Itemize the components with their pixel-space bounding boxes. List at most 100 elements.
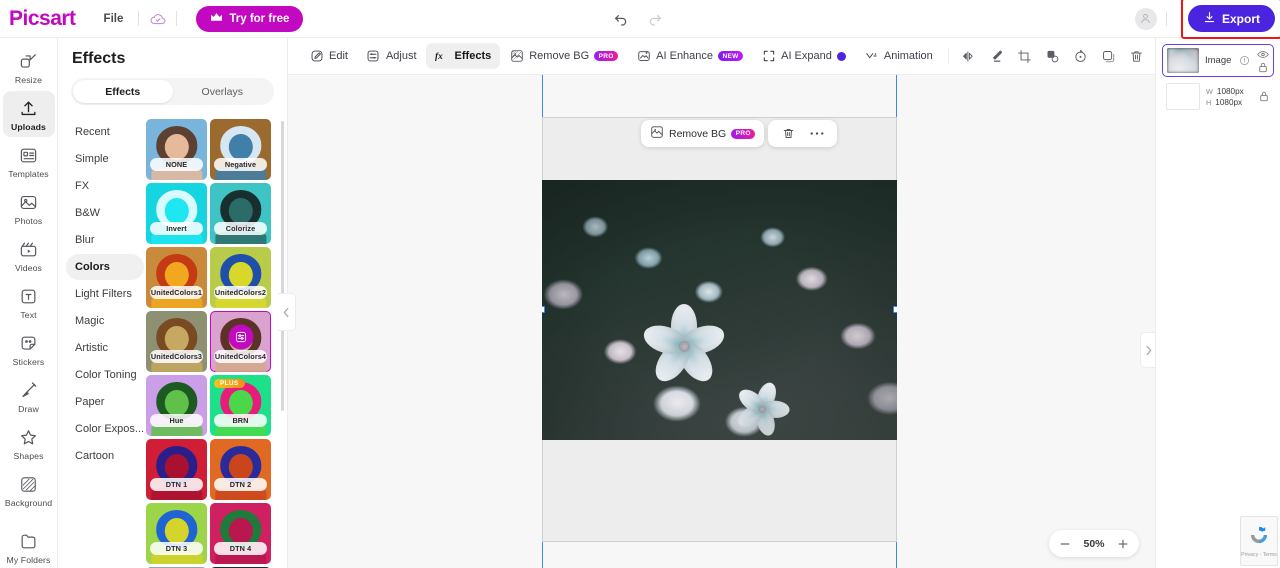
canvas-image[interactable] xyxy=(542,180,897,440)
tool-adjust[interactable]: Adjust xyxy=(357,43,426,69)
category-simple[interactable]: Simple xyxy=(66,146,144,172)
resize-handle-left[interactable] xyxy=(542,306,545,313)
undo-arrow-icon[interactable] xyxy=(612,10,630,28)
background-icon xyxy=(18,474,39,495)
rotate-icon[interactable] xyxy=(1067,43,1095,69)
resize-handle-right[interactable] xyxy=(893,306,897,313)
category-artistic[interactable]: Artistic xyxy=(66,335,144,361)
remove-bg-button[interactable]: Remove BG PRO xyxy=(650,125,755,142)
flip-icon[interactable] xyxy=(955,43,983,69)
sidebar-item-photos[interactable]: Photos xyxy=(3,185,55,231)
effect-thumb-unitedcolors2[interactable]: UnitedColors2 xyxy=(210,247,271,308)
sidebar-item-background[interactable]: Background xyxy=(3,467,55,513)
remove-bg-group: Remove BG PRO xyxy=(641,120,764,147)
lock-icon[interactable] xyxy=(1256,62,1269,73)
sidebar-item-templates[interactable]: Templates xyxy=(3,138,55,184)
effect-thumb-unitedcolors3[interactable]: UnitedColors3 xyxy=(146,311,207,372)
trash-icon[interactable] xyxy=(777,124,799,144)
canvas-stage: EditAdjustfxEffectsRemove BGPROAI Enhanc… xyxy=(288,38,1155,568)
app-body: ResizeUploadsTemplatesPhotosVideosTextSt… xyxy=(0,38,1280,568)
layer-name: Image xyxy=(1205,55,1232,66)
ai-expand-icon xyxy=(761,49,776,64)
effect-thumb-hue[interactable]: Hue xyxy=(146,375,207,436)
layer-item-canvas[interactable]: W 1080px H 1080px xyxy=(1162,80,1274,113)
header-divider-3 xyxy=(1166,11,1167,26)
effect-thumb-dtn2[interactable]: DTN 2 xyxy=(210,439,271,500)
redo-arrow-icon[interactable] xyxy=(646,10,664,28)
effect-thumb-dtn4[interactable]: DTN 4 xyxy=(210,503,271,564)
draw-icon xyxy=(18,380,39,401)
tool-effects[interactable]: fxEffects xyxy=(426,43,501,69)
sidebar-item-text[interactable]: Text xyxy=(3,279,55,325)
sidebar-item-uploads[interactable]: Uploads xyxy=(3,91,55,137)
tab-effects[interactable]: Effects xyxy=(73,80,173,103)
cloud-check-icon[interactable] xyxy=(148,9,167,28)
user-avatar-icon[interactable] xyxy=(1135,8,1157,30)
effect-settings-icon[interactable] xyxy=(228,325,253,350)
tool-label: Animation xyxy=(884,50,933,62)
canvas-area[interactable]: Remove BG PRO xyxy=(288,75,1155,568)
eraser-icon[interactable] xyxy=(983,43,1011,69)
effect-grid-scrollbar[interactable] xyxy=(281,121,284,411)
category-cartoon[interactable]: Cartoon xyxy=(66,443,144,469)
category-paper[interactable]: Paper xyxy=(66,389,144,415)
layers-panel: Image xyxy=(1155,38,1280,568)
sidebar-item-draw[interactable]: Draw xyxy=(3,373,55,419)
right-panel-collapse-handle[interactable] xyxy=(1140,332,1155,368)
sidebar-item-resize[interactable]: Resize xyxy=(3,44,55,90)
effect-thumb-dtn1[interactable]: DTN 1 xyxy=(146,439,207,500)
tool-edit[interactable]: Edit xyxy=(300,43,357,69)
plus-badge: PLUS xyxy=(214,379,245,388)
category-blur[interactable]: Blur xyxy=(66,227,144,253)
more-options-icon[interactable] xyxy=(806,124,828,144)
effect-thumb-dtn3[interactable]: DTN 3 xyxy=(146,503,207,564)
ai-enhance-icon xyxy=(636,49,651,64)
export-button[interactable]: Export xyxy=(1188,5,1275,32)
tool-ai-enhance[interactable]: AI EnhanceNEW xyxy=(627,43,752,69)
zoom-out-button[interactable] xyxy=(1053,533,1077,555)
sidebar-item-my-folders[interactable]: My Folders xyxy=(3,524,55,568)
effect-thumb-colorize[interactable]: Colorize xyxy=(210,183,271,244)
tool-remove-bg[interactable]: Remove BGPRO xyxy=(500,43,627,69)
category-recent[interactable]: Recent xyxy=(66,119,144,145)
category-magic[interactable]: Magic xyxy=(66,308,144,334)
sidebar-item-stickers[interactable]: Stickers xyxy=(3,326,55,372)
recaptcha-badge[interactable]: Privacy - Terms xyxy=(1240,516,1278,566)
sidebar-item-videos[interactable]: Videos xyxy=(3,232,55,278)
effect-thumb-brn[interactable]: PLUSBRN xyxy=(210,375,271,436)
panel-collapse-handle[interactable] xyxy=(278,293,296,331)
tab-overlays[interactable]: Overlays xyxy=(173,80,273,103)
tool-ai-expand[interactable]: AI Expand xyxy=(752,43,855,69)
zoom-in-button[interactable] xyxy=(1111,533,1135,555)
delete-icon[interactable] xyxy=(1123,43,1151,69)
canvas-layer-thumbnail xyxy=(1166,83,1200,110)
layer-item-image[interactable]: Image xyxy=(1162,44,1274,77)
effect-thumb-unitedcolors1[interactable]: UnitedColors1 xyxy=(146,247,207,308)
category-b-w[interactable]: B&W xyxy=(66,200,144,226)
recaptcha-privacy-terms[interactable]: Privacy - Terms xyxy=(1241,552,1277,558)
tool-animation[interactable]: Animation xyxy=(855,43,942,69)
crop-icon[interactable] xyxy=(1011,43,1039,69)
category-color-toning[interactable]: Color Toning xyxy=(66,362,144,388)
eye-icon[interactable] xyxy=(1256,49,1269,60)
category-light-filters[interactable]: Light Filters xyxy=(66,281,144,307)
category-colors[interactable]: Colors xyxy=(66,254,144,280)
sidebar-item-shapes[interactable]: Shapes xyxy=(3,420,55,466)
effect-thumb-unitedcolors4[interactable]: UnitedColors4 xyxy=(210,311,271,372)
effect-thumb-negative[interactable]: Negative xyxy=(210,119,271,180)
category-fx[interactable]: FX xyxy=(66,173,144,199)
shadow-icon[interactable] xyxy=(1095,43,1123,69)
canvas-lock-icon[interactable] xyxy=(1257,91,1270,102)
effect-thumb-invert[interactable]: Invert xyxy=(146,183,207,244)
info-icon[interactable] xyxy=(1238,55,1250,67)
picsart-logo[interactable]: Picsart xyxy=(9,7,76,31)
effect-thumb-none[interactable]: NONE xyxy=(146,119,207,180)
file-menu[interactable]: File xyxy=(98,9,130,29)
sidebar-item-label: Background xyxy=(5,498,52,508)
text-icon xyxy=(18,286,39,307)
category-color-expos[interactable]: Color Expos... xyxy=(66,416,144,442)
duplicate-icon[interactable] xyxy=(1039,43,1067,69)
tool-label: AI Enhance xyxy=(656,50,713,62)
context-toolbar: EditAdjustfxEffectsRemove BGPROAI Enhanc… xyxy=(288,38,1155,75)
try-for-free-button[interactable]: Try for free xyxy=(196,6,303,32)
